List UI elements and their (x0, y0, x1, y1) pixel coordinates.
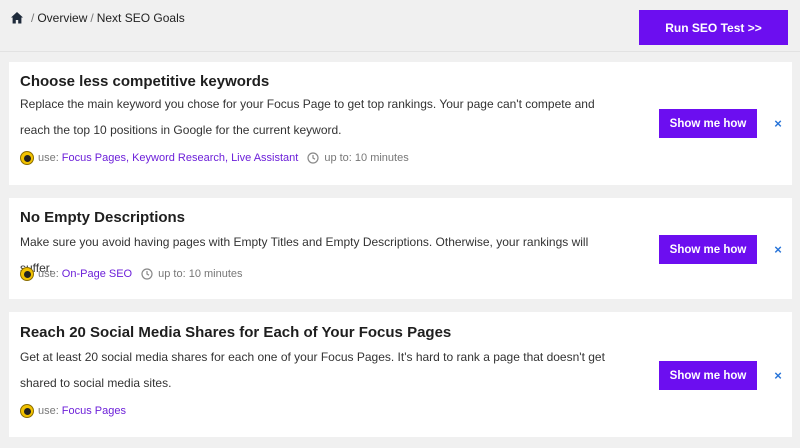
use-label: use: (38, 405, 59, 417)
goal-title: No Empty Descriptions (20, 209, 186, 226)
close-icon[interactable]: × (772, 369, 784, 382)
goal-card: Reach 20 Social Media Shares for Each of… (9, 312, 792, 437)
goal-card: Choose less competitive keywords Replace… (9, 62, 792, 185)
use-label: use: (38, 268, 59, 280)
show-me-how-button[interactable]: Show me how (659, 235, 757, 264)
show-me-how-button[interactable]: Show me how (659, 361, 757, 390)
goal-meta: use: Focus Pages (20, 404, 126, 418)
use-label: use: (38, 152, 59, 164)
breadcrumb-current: Next SEO Goals (96, 11, 185, 25)
home-icon[interactable] (10, 11, 24, 25)
tool-link-live-assistant[interactable]: Live Assistant (231, 152, 298, 164)
goal-title: Reach 20 Social Media Shares for Each of… (20, 324, 452, 341)
tool-link-focus-pages[interactable]: Focus Pages (62, 152, 126, 164)
clock-icon (141, 268, 153, 280)
top-bar: / Overview / Next SEO Goals Run SEO Test… (0, 0, 800, 52)
breadcrumb-overview[interactable]: Overview (37, 11, 87, 25)
tool-link-on-page-seo[interactable]: On-Page SEO (62, 268, 132, 280)
close-icon[interactable]: × (772, 243, 784, 256)
breadcrumb-separator: / (90, 11, 94, 25)
tool-link-focus-pages[interactable]: Focus Pages (62, 405, 126, 417)
goal-meta: use: Focus Pages, Keyword Research, Live… (20, 151, 409, 165)
time-estimate: up to: 10 minutes (158, 268, 243, 280)
clock-icon (307, 152, 319, 164)
tool-badge-icon (20, 151, 34, 165)
goal-title: Choose less competitive keywords (20, 73, 270, 90)
goal-card: No Empty Descriptions Make sure you avoi… (9, 198, 792, 299)
run-seo-test-button[interactable]: Run SEO Test >> (639, 10, 788, 45)
tool-link-keyword-research[interactable]: Keyword Research (132, 152, 225, 164)
breadcrumb: / Overview / Next SEO Goals (10, 11, 185, 25)
goal-description: Get at least 20 social media shares for … (20, 350, 605, 390)
breadcrumb-separator: / (31, 11, 35, 25)
close-icon[interactable]: × (772, 117, 784, 130)
tool-badge-icon (20, 404, 34, 418)
goal-meta: use: On-Page SEO up to: 10 minutes (20, 267, 243, 281)
goal-description: Replace the main keyword you chose for y… (20, 97, 595, 137)
tool-badge-icon (20, 267, 34, 281)
tool-separator: , (225, 152, 229, 164)
tool-separator: , (126, 152, 130, 164)
show-me-how-button[interactable]: Show me how (659, 109, 757, 138)
time-estimate: up to: 10 minutes (324, 152, 409, 164)
